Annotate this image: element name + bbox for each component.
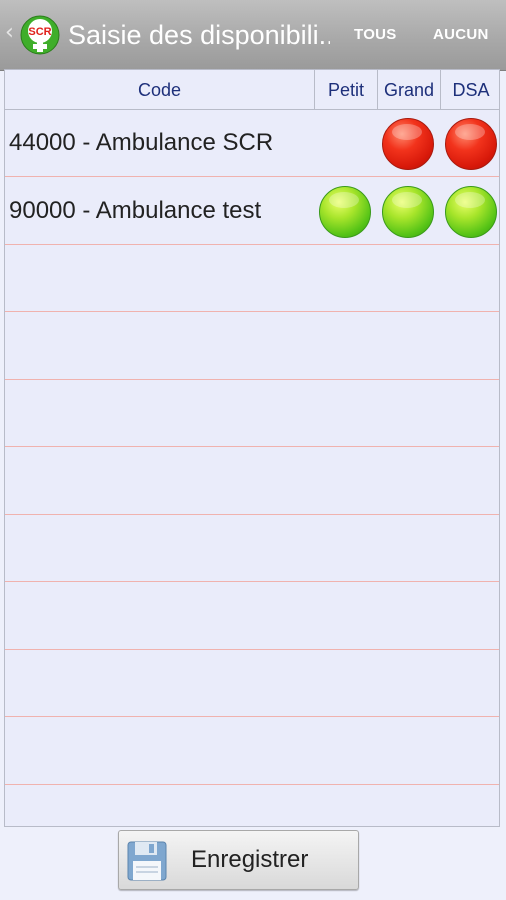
empty-row bbox=[5, 313, 499, 380]
save-button[interactable]: Enregistrer bbox=[118, 830, 359, 890]
grand-status-toggle-red[interactable] bbox=[382, 118, 434, 170]
petit-status-toggle-green[interactable] bbox=[319, 185, 371, 238]
empty-row bbox=[5, 515, 499, 582]
column-header-grand: Grand bbox=[378, 70, 441, 110]
page-title: Saisie des disponibili... bbox=[68, 20, 330, 50]
svg-text:SCR: SCR bbox=[28, 26, 51, 38]
back-chevron-icon[interactable]: ‹ bbox=[5, 20, 14, 46]
column-header-code: Code bbox=[5, 70, 315, 110]
action-bar: ‹ SCR Saisie des disponibili... TOUS AUC… bbox=[0, 0, 506, 71]
empty-row bbox=[5, 380, 499, 447]
empty-row bbox=[5, 583, 499, 650]
select-all-button[interactable]: TOUS bbox=[354, 25, 397, 45]
table-header: Code Petit Grand DSA bbox=[5, 70, 499, 110]
vehicle-label: 90000 - Ambulance test bbox=[9, 196, 262, 224]
grand-status-toggle-green[interactable] bbox=[382, 185, 434, 238]
empty-row bbox=[5, 448, 499, 515]
dsa-status-toggle-green[interactable] bbox=[445, 185, 497, 238]
empty-row bbox=[5, 785, 499, 826]
table-row[interactable]: 90000 - Ambulance test bbox=[5, 178, 499, 245]
empty-row bbox=[5, 718, 499, 785]
select-none-button[interactable]: AUCUN bbox=[433, 25, 489, 45]
floppy-disk-icon bbox=[127, 841, 167, 881]
save-button-label: Enregistrer bbox=[191, 846, 309, 873]
column-header-dsa: DSA bbox=[452, 80, 490, 100]
empty-row bbox=[5, 650, 499, 717]
app-logo-icon[interactable]: SCR bbox=[20, 15, 60, 55]
dsa-status-toggle-red[interactable] bbox=[445, 118, 497, 170]
availability-table: Code Petit Grand DSA 44000 - Ambulance S… bbox=[4, 69, 500, 827]
vehicle-label: 44000 - Ambulance SCR bbox=[9, 129, 274, 156]
column-header-petit: Petit bbox=[315, 70, 378, 110]
table-row[interactable]: 44000 - Ambulance SCR bbox=[5, 110, 499, 177]
empty-row bbox=[5, 245, 499, 312]
